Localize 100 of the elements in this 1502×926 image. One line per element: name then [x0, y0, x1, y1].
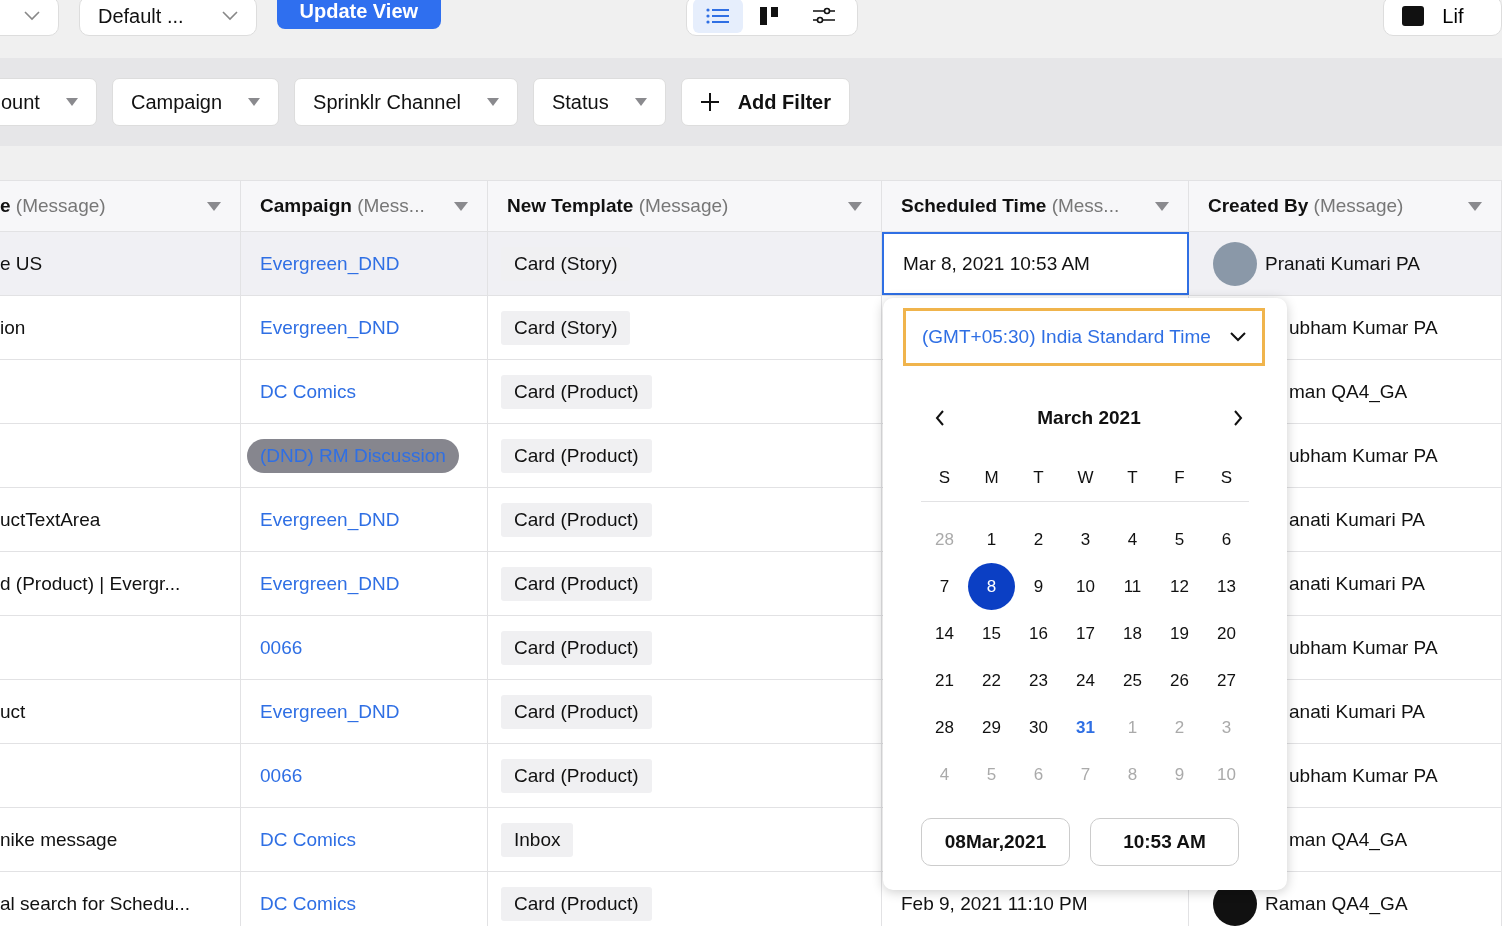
calendar-day[interactable]: 7 — [921, 563, 968, 610]
template-tag: Card (Product) — [501, 374, 652, 409]
time-field[interactable]: 10:53 AM — [1090, 818, 1239, 866]
filter-dropdown[interactable]: Campaign — [111, 78, 280, 126]
campaign-link[interactable]: 0066 — [260, 636, 303, 659]
calendar-day[interactable]: 9 — [1015, 563, 1062, 610]
weekday-label: S — [1219, 466, 1234, 489]
campaign-link[interactable]: Evergreen_DND — [260, 508, 400, 531]
calendar-day[interactable]: 22 — [968, 657, 1015, 704]
calendar-day[interactable]: 26 — [1156, 657, 1203, 704]
message-name: nike message — [0, 828, 118, 851]
calendar-day[interactable]: 20 — [1203, 610, 1250, 657]
template-tag: Card (Product) — [501, 630, 652, 665]
add-filter-button[interactable]: Add Filter — [680, 78, 850, 126]
chevron-left-icon — [935, 410, 945, 426]
scheduled-time-field[interactable]: Mar 8, 2021 10:53 AM — [882, 232, 1189, 295]
calendar-icon — [1402, 6, 1425, 26]
campaign-link[interactable]: Evergreen_DND — [260, 252, 400, 275]
message-name: d (Product) | Evergr... — [0, 572, 181, 595]
calendar-day[interactable]: 12 — [1156, 563, 1203, 610]
message-name: uctTextArea — [0, 508, 101, 531]
calendar-day[interactable]: 30 — [1015, 704, 1062, 751]
calendar-day[interactable]: 6 — [1203, 516, 1250, 563]
weekday-label: T — [1126, 466, 1139, 489]
timezone-dropdown[interactable]: (GMT+05:30) India Standard Time — [903, 308, 1265, 366]
user-name: man QA4_GA — [1289, 380, 1408, 403]
template-tag: Inbox — [501, 822, 574, 857]
column-header[interactable]: Scheduled Time (Mess... — [882, 181, 1189, 231]
calendar-day[interactable]: 29 — [968, 704, 1015, 751]
filter-dropdown[interactable]: ount — [0, 78, 97, 126]
template-tag: Card (Product) — [501, 886, 652, 921]
calendar-day[interactable]: 13 — [1203, 563, 1250, 610]
plus-icon — [699, 92, 720, 112]
column-header[interactable]: e (Message) — [0, 181, 241, 231]
campaign-link[interactable]: Evergreen_DND — [260, 572, 400, 595]
calendar-day[interactable]: 5 — [1156, 516, 1203, 563]
calendar-day[interactable]: 21 — [921, 657, 968, 704]
caret-down-icon — [634, 98, 647, 106]
weekday-label: W — [1076, 466, 1095, 489]
chevron-down-icon — [23, 11, 40, 21]
weekday-label: S — [937, 466, 952, 489]
update-view-button[interactable]: Update View — [276, 0, 442, 29]
calendar-day[interactable]: 15 — [968, 610, 1015, 657]
campaign-link[interactable]: DC Comics — [260, 828, 357, 851]
campaign-link[interactable]: DC Comics — [260, 380, 357, 403]
lifecycle-button[interactable]: Lif — [1383, 0, 1502, 36]
column-header[interactable]: Created By (Message) — [1189, 181, 1502, 231]
user-name: anati Kumari PA — [1289, 572, 1425, 595]
view-dropdown[interactable]: Default ... — [78, 0, 257, 36]
calendar-day[interactable]: 31 — [1062, 704, 1109, 751]
calendar-day[interactable]: 19 — [1156, 610, 1203, 657]
message-name: al search for Schedu... — [0, 892, 191, 915]
sliders-icon — [812, 7, 837, 25]
filter-dropdown[interactable]: Status — [532, 78, 666, 126]
template-tag: Card (Product) — [501, 438, 652, 473]
caret-down-icon — [65, 98, 78, 106]
caret-down-icon — [1155, 201, 1169, 211]
campaign-link[interactable]: Evergreen_DND — [260, 316, 400, 339]
calendar-day[interactable]: 14 — [921, 610, 968, 657]
message-name: e US — [0, 252, 43, 275]
calendar-day[interactable]: 23 — [1015, 657, 1062, 704]
caret-down-icon — [207, 201, 221, 211]
column-title: Created By (Message) — [1208, 195, 1404, 217]
calendar-day[interactable]: 16 — [1015, 610, 1062, 657]
template-tag: Card (Product) — [501, 758, 652, 793]
message-name: ion — [0, 316, 26, 339]
calendar-day[interactable]: 1 — [968, 516, 1015, 563]
calendar-day[interactable]: 8 — [968, 563, 1015, 610]
calendar-day[interactable]: 4 — [1109, 516, 1156, 563]
calendar-day[interactable]: 28 — [921, 704, 968, 751]
column-header[interactable]: Campaign (Mess... — [241, 181, 488, 231]
weekday-label: M — [983, 466, 1000, 489]
calendar-day[interactable]: 27 — [1203, 657, 1250, 704]
caret-down-icon — [248, 98, 261, 106]
user-name: Raman QA4_GA — [1265, 892, 1408, 915]
caret-down-icon — [1468, 201, 1482, 211]
campaign-link[interactable]: 0066 — [260, 764, 303, 787]
list-icon — [706, 7, 731, 25]
calendar-day[interactable]: 25 — [1109, 657, 1156, 704]
column-title: Scheduled Time (Mess... — [901, 195, 1120, 217]
view-toggle-button[interactable] — [693, 0, 744, 33]
campaign-link[interactable]: DC Comics — [260, 892, 357, 915]
calendar-day[interactable]: 10 — [1062, 563, 1109, 610]
template-tag: Card (Story) — [501, 310, 631, 345]
template-tag: Card (Product) — [501, 566, 652, 601]
calendar-day[interactable]: 11 — [1109, 563, 1156, 610]
column-title: e (Message) — [0, 195, 106, 217]
calendar-day[interactable]: 17 — [1062, 610, 1109, 657]
user-name: ubham Kumar PA — [1289, 636, 1438, 659]
calendar-day[interactable]: 3 — [1062, 516, 1109, 563]
column-header[interactable]: New Template (Message) — [488, 181, 882, 231]
user-name: ubham Kumar PA — [1289, 444, 1438, 467]
calendar-day[interactable]: 18 — [1109, 610, 1156, 657]
filter-dropdown[interactable]: Sprinklr Channel — [294, 78, 518, 126]
campaign-link[interactable]: Evergreen_DND — [260, 700, 400, 723]
weekday-label: F — [1173, 466, 1186, 489]
date-field[interactable]: 08Mar,2021 — [921, 818, 1070, 866]
month-title: March 2021 — [1037, 407, 1141, 429]
calendar-day[interactable]: 24 — [1062, 657, 1109, 704]
calendar-day[interactable]: 2 — [1015, 516, 1062, 563]
